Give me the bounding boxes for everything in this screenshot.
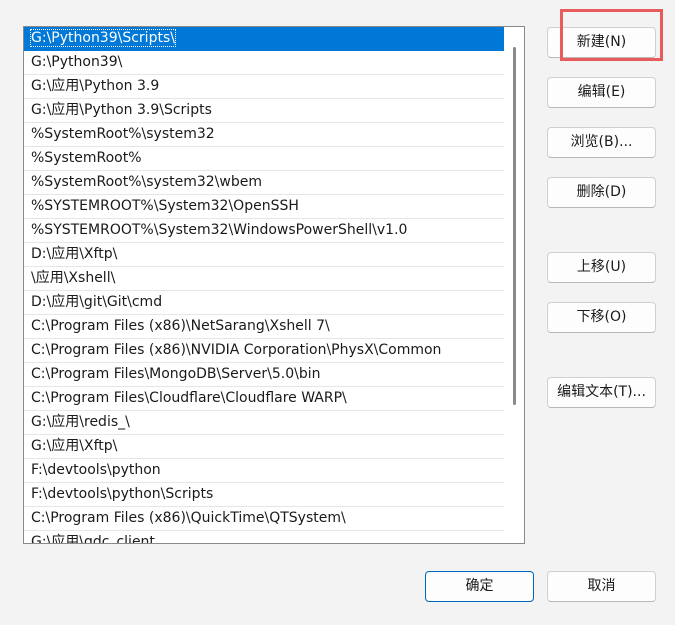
path-entry-row[interactable]: D:\应用\git\Git\cmd [24,291,504,315]
path-entry-row[interactable]: C:\Program Files (x86)\NetSarang\Xshell … [24,315,504,339]
path-list[interactable]: G:\Python39\Scripts\ G:\Python39\ G:\应用\Py… [23,26,525,544]
path-entry-row[interactable]: F:\devtools\python\Scripts [24,483,504,507]
path-entry-text: %SystemRoot% [31,150,142,166]
move-up-button[interactable]: 上移(U) [547,252,656,283]
path-entry-text: %SYSTEMROOT%\System32\OpenSSH [31,198,299,214]
path-entry-text: C:\Program Files (x86)\NVIDIA Corporatio… [31,342,442,358]
path-entry-text: G:\Python39\ [31,54,123,70]
path-entry-row[interactable]: G:\Python39\ [24,51,504,75]
path-list-rows: G:\Python39\Scripts\ G:\Python39\ G:\应用\Py… [24,27,504,544]
scrollbar-thumb[interactable] [513,47,516,405]
path-entry-text: %SystemRoot%\system32\wbem [31,174,262,190]
path-entry-text: G:\应用\Python 3.9\Scripts [31,102,212,118]
path-entry-row[interactable]: %SystemRoot%\system32\wbem [24,171,504,195]
path-entry-row[interactable]: C:\Program Files\Cloudflare\Cloudflare W… [24,387,504,411]
path-entry-row[interactable]: %SystemRoot%\system32 [24,123,504,147]
edit-text-button[interactable]: 编辑文本(T)... [547,377,656,408]
path-entry-row[interactable]: D:\应用\Xftp\ [24,243,504,267]
path-entry-row[interactable]: C:\Program Files (x86)\QuickTime\QTSyste… [24,507,504,531]
path-entry-row[interactable]: C:\Program Files\MongoDB\Server\5.0\bin [24,363,504,387]
path-entry-text: F:\devtools\python\Scripts [31,486,214,502]
path-entry-text: \应用\Xshell\ [31,270,116,286]
path-entry-text: G:\应用\Python 3.9 [31,78,160,94]
path-entry-text: G:\Python39\Scripts\ [30,29,176,47]
path-entry-text: C:\Program Files\MongoDB\Server\5.0\bin [31,366,321,382]
path-entry-text: G:\应用\Xftp\ [31,438,118,454]
path-entry-text: C:\Program Files (x86)\NetSarang\Xshell … [31,318,330,334]
path-entry-text: D:\应用\Xftp\ [31,246,118,262]
path-entry-text: %SystemRoot%\system32 [31,126,215,142]
ok-button[interactable]: 确定 [425,571,534,602]
cancel-button[interactable]: 取消 [547,571,656,602]
path-entry-row[interactable]: G:\应用\Xftp\ [24,435,504,459]
path-entry-row[interactable]: C:\Program Files (x86)\NVIDIA Corporatio… [24,339,504,363]
highlight-annotation [560,9,663,61]
path-entry-text: %SYSTEMROOT%\System32\WindowsPowerShell\… [31,222,408,238]
path-entry-row[interactable]: F:\devtools\python [24,459,504,483]
path-entry-row[interactable]: G:\应用\Python 3.9 [24,75,504,99]
path-entry-text: C:\Program Files (x86)\QuickTime\QTSyste… [31,510,346,526]
path-entry-row[interactable]: %SYSTEMROOT%\System32\WindowsPowerShell\… [24,219,504,243]
path-entry-row[interactable]: G:\应用\redis_\ [24,411,504,435]
move-down-button[interactable]: 下移(O) [547,302,656,333]
edit-button[interactable]: 编辑(E) [547,77,656,108]
path-entry-row[interactable]: G:\应用\gdc_client [24,531,504,544]
path-entry-row[interactable]: G:\Python39\Scripts\ [24,27,504,51]
delete-button[interactable]: 删除(D) [547,177,656,208]
path-entry-text: C:\Program Files\Cloudflare\Cloudflare W… [31,390,347,406]
path-entry-text: G:\应用\redis_\ [31,414,130,430]
path-entry-text: D:\应用\git\Git\cmd [31,294,163,310]
vertical-scrollbar[interactable] [504,27,524,543]
path-entry-row[interactable]: G:\应用\Python 3.9\Scripts [24,99,504,123]
browse-button[interactable]: 浏览(B)... [547,127,656,158]
path-entry-row[interactable]: \应用\Xshell\ [24,267,504,291]
path-entry-text: F:\devtools\python [31,462,161,478]
path-entry-row[interactable]: %SystemRoot% [24,147,504,171]
path-entry-row[interactable]: %SYSTEMROOT%\System32\OpenSSH [24,195,504,219]
path-entry-text: G:\应用\gdc_client [31,534,155,544]
